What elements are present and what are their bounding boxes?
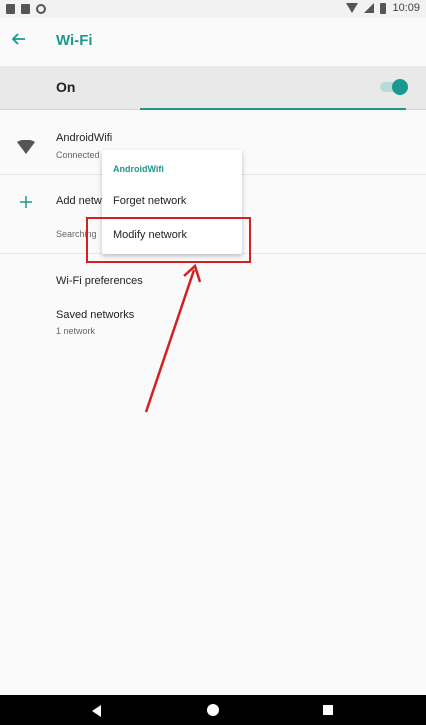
plus-icon xyxy=(16,192,36,212)
nav-back-icon[interactable] xyxy=(92,705,101,717)
navigation-bar xyxy=(0,695,426,725)
saved-networks-label: Saved networks xyxy=(56,309,135,321)
notification-a-icon xyxy=(6,4,15,14)
network-status: Connected xyxy=(56,150,100,160)
sync-icon xyxy=(36,4,46,14)
status-bar: 10:09 xyxy=(0,0,426,18)
notification-icons xyxy=(6,4,46,14)
app-bar: Wi-Fi xyxy=(0,18,426,66)
cell-signal-icon xyxy=(364,3,375,13)
annotation-highlight-box xyxy=(86,217,251,263)
wifi-preferences-row[interactable]: Wi-Fi preferences xyxy=(0,266,426,296)
wifi-toggle[interactable] xyxy=(380,79,408,95)
toggle-thumb xyxy=(392,79,408,95)
nav-recents-icon[interactable] xyxy=(323,705,333,715)
context-menu-title: AndroidWifi xyxy=(113,164,164,174)
network-ssid: AndroidWifi xyxy=(56,132,113,144)
arrow-left-icon xyxy=(11,33,25,45)
wifi-signal-icon xyxy=(16,137,36,157)
back-button[interactable] xyxy=(6,26,32,52)
battery-icon xyxy=(380,2,387,14)
wifi-status-icon xyxy=(346,3,359,13)
sim-card-icon xyxy=(21,4,30,14)
master-switch-label: On xyxy=(56,79,76,95)
saved-networks-count: 1 network xyxy=(56,326,96,336)
page-title: Wi-Fi xyxy=(56,32,93,49)
wifi-preferences-label: Wi-Fi preferences xyxy=(56,275,143,287)
status-time: 10:09 xyxy=(392,2,420,14)
wifi-master-switch[interactable]: On xyxy=(0,66,426,110)
saved-networks-row[interactable]: Saved networks 1 network xyxy=(0,300,426,344)
scanning-progress xyxy=(140,108,406,110)
nav-home-icon[interactable] xyxy=(207,704,219,716)
forget-network-item[interactable]: Forget network xyxy=(102,185,242,219)
system-icons: 10:09 xyxy=(346,2,420,14)
forget-network-label: Forget network xyxy=(113,195,187,207)
